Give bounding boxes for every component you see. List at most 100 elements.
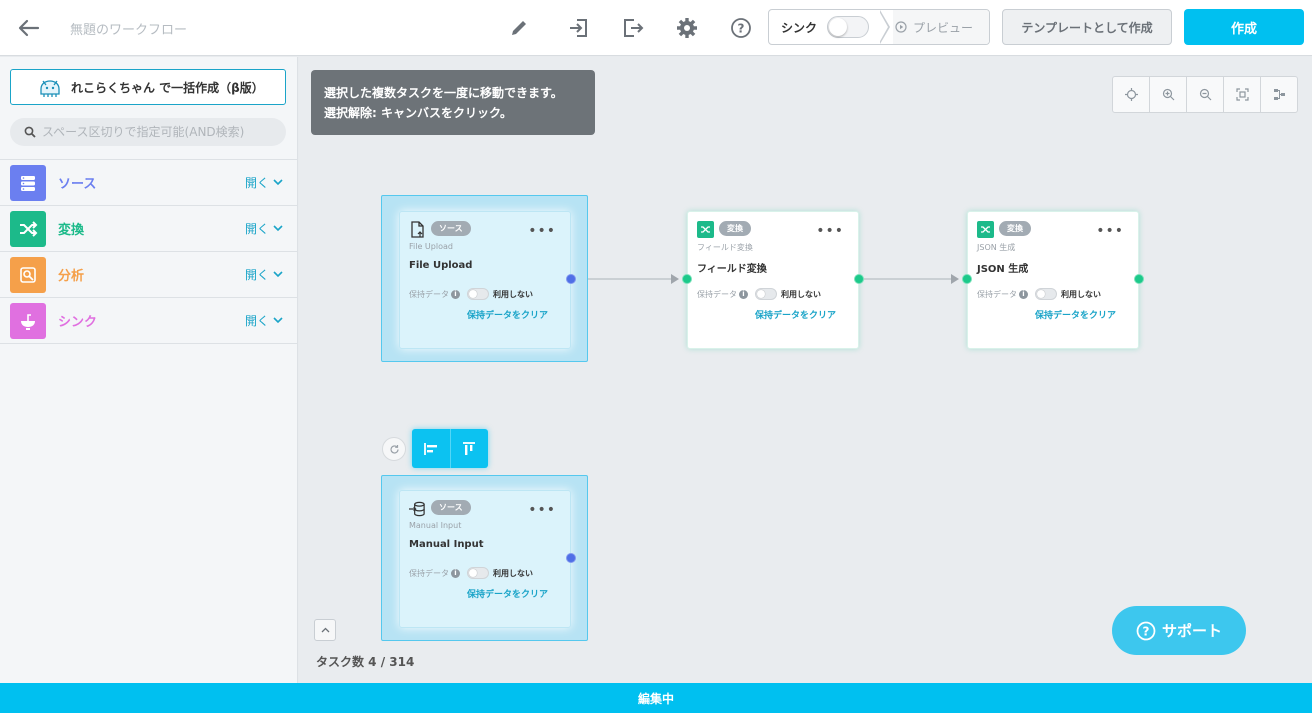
category-analysis[interactable]: 分析 開く xyxy=(0,252,298,298)
expand-label: 開く xyxy=(245,314,270,328)
reset-selection-button[interactable] xyxy=(382,437,406,461)
node-menu-icon[interactable]: ••• xyxy=(1096,224,1124,238)
transform-icon xyxy=(701,226,710,233)
category-sink[interactable]: シンク 開く xyxy=(0,298,298,344)
collapse-panel-button[interactable] xyxy=(314,619,336,641)
help-button[interactable]: ? xyxy=(726,13,756,43)
node-title: JSON 生成 xyxy=(977,264,1029,275)
retain-switch-label: 利用しない xyxy=(781,290,821,299)
task-palette-sidebar: れこらくちゃん で一括作成（β版） ソース 開く 変換 開く 分析 開く xyxy=(0,57,298,683)
export-button[interactable] xyxy=(618,13,648,43)
category-source-icon-box xyxy=(10,165,46,201)
support-button[interactable]: ? サポート xyxy=(1112,606,1246,655)
chevron-down-icon xyxy=(273,179,283,186)
input-port[interactable] xyxy=(962,274,972,284)
align-toolbar xyxy=(412,429,488,468)
align-left-icon xyxy=(423,442,437,455)
gear-icon xyxy=(677,18,697,38)
category-expand-toggle[interactable]: 開く xyxy=(245,220,283,237)
preview-label: プレビュー xyxy=(913,20,974,35)
sink-icon xyxy=(21,314,35,330)
preview-button[interactable]: プレビュー xyxy=(893,10,989,44)
node-subtitle: JSON 生成 xyxy=(977,243,1016,252)
svg-text:?: ? xyxy=(738,22,745,36)
sync-toggle[interactable] xyxy=(827,16,869,38)
node-icon-box xyxy=(977,221,994,238)
search-icon xyxy=(24,126,36,138)
help-circle-icon: ? xyxy=(1136,621,1156,640)
input-port[interactable] xyxy=(682,274,692,284)
file-upload-icon xyxy=(411,221,424,238)
clear-retained-data-link[interactable]: 保持データをクリア xyxy=(467,308,548,321)
clear-retained-data-link[interactable]: 保持データをクリア xyxy=(1035,308,1116,321)
retain-data-label: 保持データ i xyxy=(409,289,460,300)
retain-data-text: 保持データ xyxy=(697,290,737,299)
node-menu-icon[interactable]: ••• xyxy=(528,224,556,238)
info-icon[interactable]: i xyxy=(739,290,748,299)
bulk-create-button[interactable]: れこらくちゃん で一括作成（β版） xyxy=(10,69,286,105)
sync-divider xyxy=(879,10,893,44)
info-icon[interactable]: i xyxy=(1019,290,1028,299)
task-node-file-upload[interactable]: ソース ••• File Upload File Upload 保持データ i 利… xyxy=(399,211,571,349)
category-expand-toggle[interactable]: 開く xyxy=(245,266,283,283)
workflow-title[interactable]: 無題のワークフロー xyxy=(70,19,187,38)
task-node-manual-input[interactable]: ソース ••• Manual Input Manual Input 保持データ i… xyxy=(399,490,571,628)
database-icon xyxy=(21,176,35,191)
retain-data-switch[interactable] xyxy=(1035,288,1057,300)
create-button[interactable]: 作成 xyxy=(1184,9,1304,45)
retain-data-switch[interactable] xyxy=(755,288,777,300)
category-expand-toggle[interactable]: 開く xyxy=(245,174,283,191)
category-expand-toggle[interactable]: 開く xyxy=(245,312,283,329)
expand-label: 開く xyxy=(245,222,270,236)
output-port[interactable] xyxy=(854,274,864,284)
category-source[interactable]: ソース 開く xyxy=(0,160,298,206)
back-button[interactable] xyxy=(14,13,44,43)
retain-data-switch[interactable] xyxy=(467,288,489,300)
mascot-logo-icon xyxy=(40,80,60,97)
retain-data-switch[interactable] xyxy=(467,567,489,579)
output-port[interactable] xyxy=(1134,274,1144,284)
settings-button[interactable] xyxy=(672,13,702,43)
node-subtitle: File Upload xyxy=(409,242,453,251)
info-icon[interactable]: i xyxy=(451,290,460,299)
category-label: ソース xyxy=(58,177,97,192)
retain-data-text: 保持データ xyxy=(977,290,1017,299)
support-label: サポート xyxy=(1161,622,1222,640)
node-icon-box xyxy=(697,221,714,238)
create-as-template-button[interactable]: テンプレートとして作成 xyxy=(1002,9,1172,45)
chevron-down-icon xyxy=(273,317,283,324)
category-label: 分析 xyxy=(58,269,85,284)
retain-switch-label: 利用しない xyxy=(493,569,533,578)
node-title: フィールド変換 xyxy=(697,264,767,275)
node-menu-icon[interactable]: ••• xyxy=(816,224,844,238)
info-icon[interactable]: i xyxy=(451,569,460,578)
shuffle-icon xyxy=(20,221,38,237)
clear-retained-data-link[interactable]: 保持データをクリア xyxy=(755,308,836,321)
task-node-json-generate[interactable]: 変換 ••• JSON 生成 JSON 生成 保持データ i 利用しない 保持デー… xyxy=(967,211,1139,349)
workflow-canvas[interactable]: 選択した複数タスクを一度に移動できます。 選択解除: キャンバスをクリック。 ソ… xyxy=(299,57,1312,683)
align-left-button[interactable] xyxy=(412,429,451,468)
bulk-create-label: れこらくちゃん で一括作成（β版） xyxy=(71,80,264,95)
task-search-input[interactable] xyxy=(42,125,262,139)
node-menu-icon[interactable]: ••• xyxy=(528,503,556,517)
category-label: シンク xyxy=(58,315,98,330)
node-title: Manual Input xyxy=(409,539,484,550)
import-icon xyxy=(570,19,587,37)
output-port[interactable] xyxy=(566,553,576,563)
edit-button[interactable] xyxy=(504,13,534,43)
retain-switch-label: 利用しない xyxy=(493,290,533,299)
import-button[interactable] xyxy=(564,13,594,43)
output-port[interactable] xyxy=(566,274,576,284)
category-label: 変換 xyxy=(58,223,85,238)
svg-text:?: ? xyxy=(1143,624,1150,638)
connector-arrowhead xyxy=(951,274,959,284)
clear-retained-data-link[interactable]: 保持データをクリア xyxy=(467,587,548,600)
chevron-down-icon xyxy=(273,225,283,232)
category-analysis-icon-box xyxy=(10,257,46,293)
category-sink-icon-box xyxy=(10,303,46,339)
pencil-icon xyxy=(512,21,526,35)
align-top-button[interactable] xyxy=(451,429,489,468)
task-node-field-transform[interactable]: 変換 ••• フィールド変換 フィールド変換 保持データ i 利用しない 保持デー… xyxy=(687,211,859,349)
category-transform[interactable]: 変換 開く xyxy=(0,206,298,252)
expand-label: 開く xyxy=(245,176,270,190)
